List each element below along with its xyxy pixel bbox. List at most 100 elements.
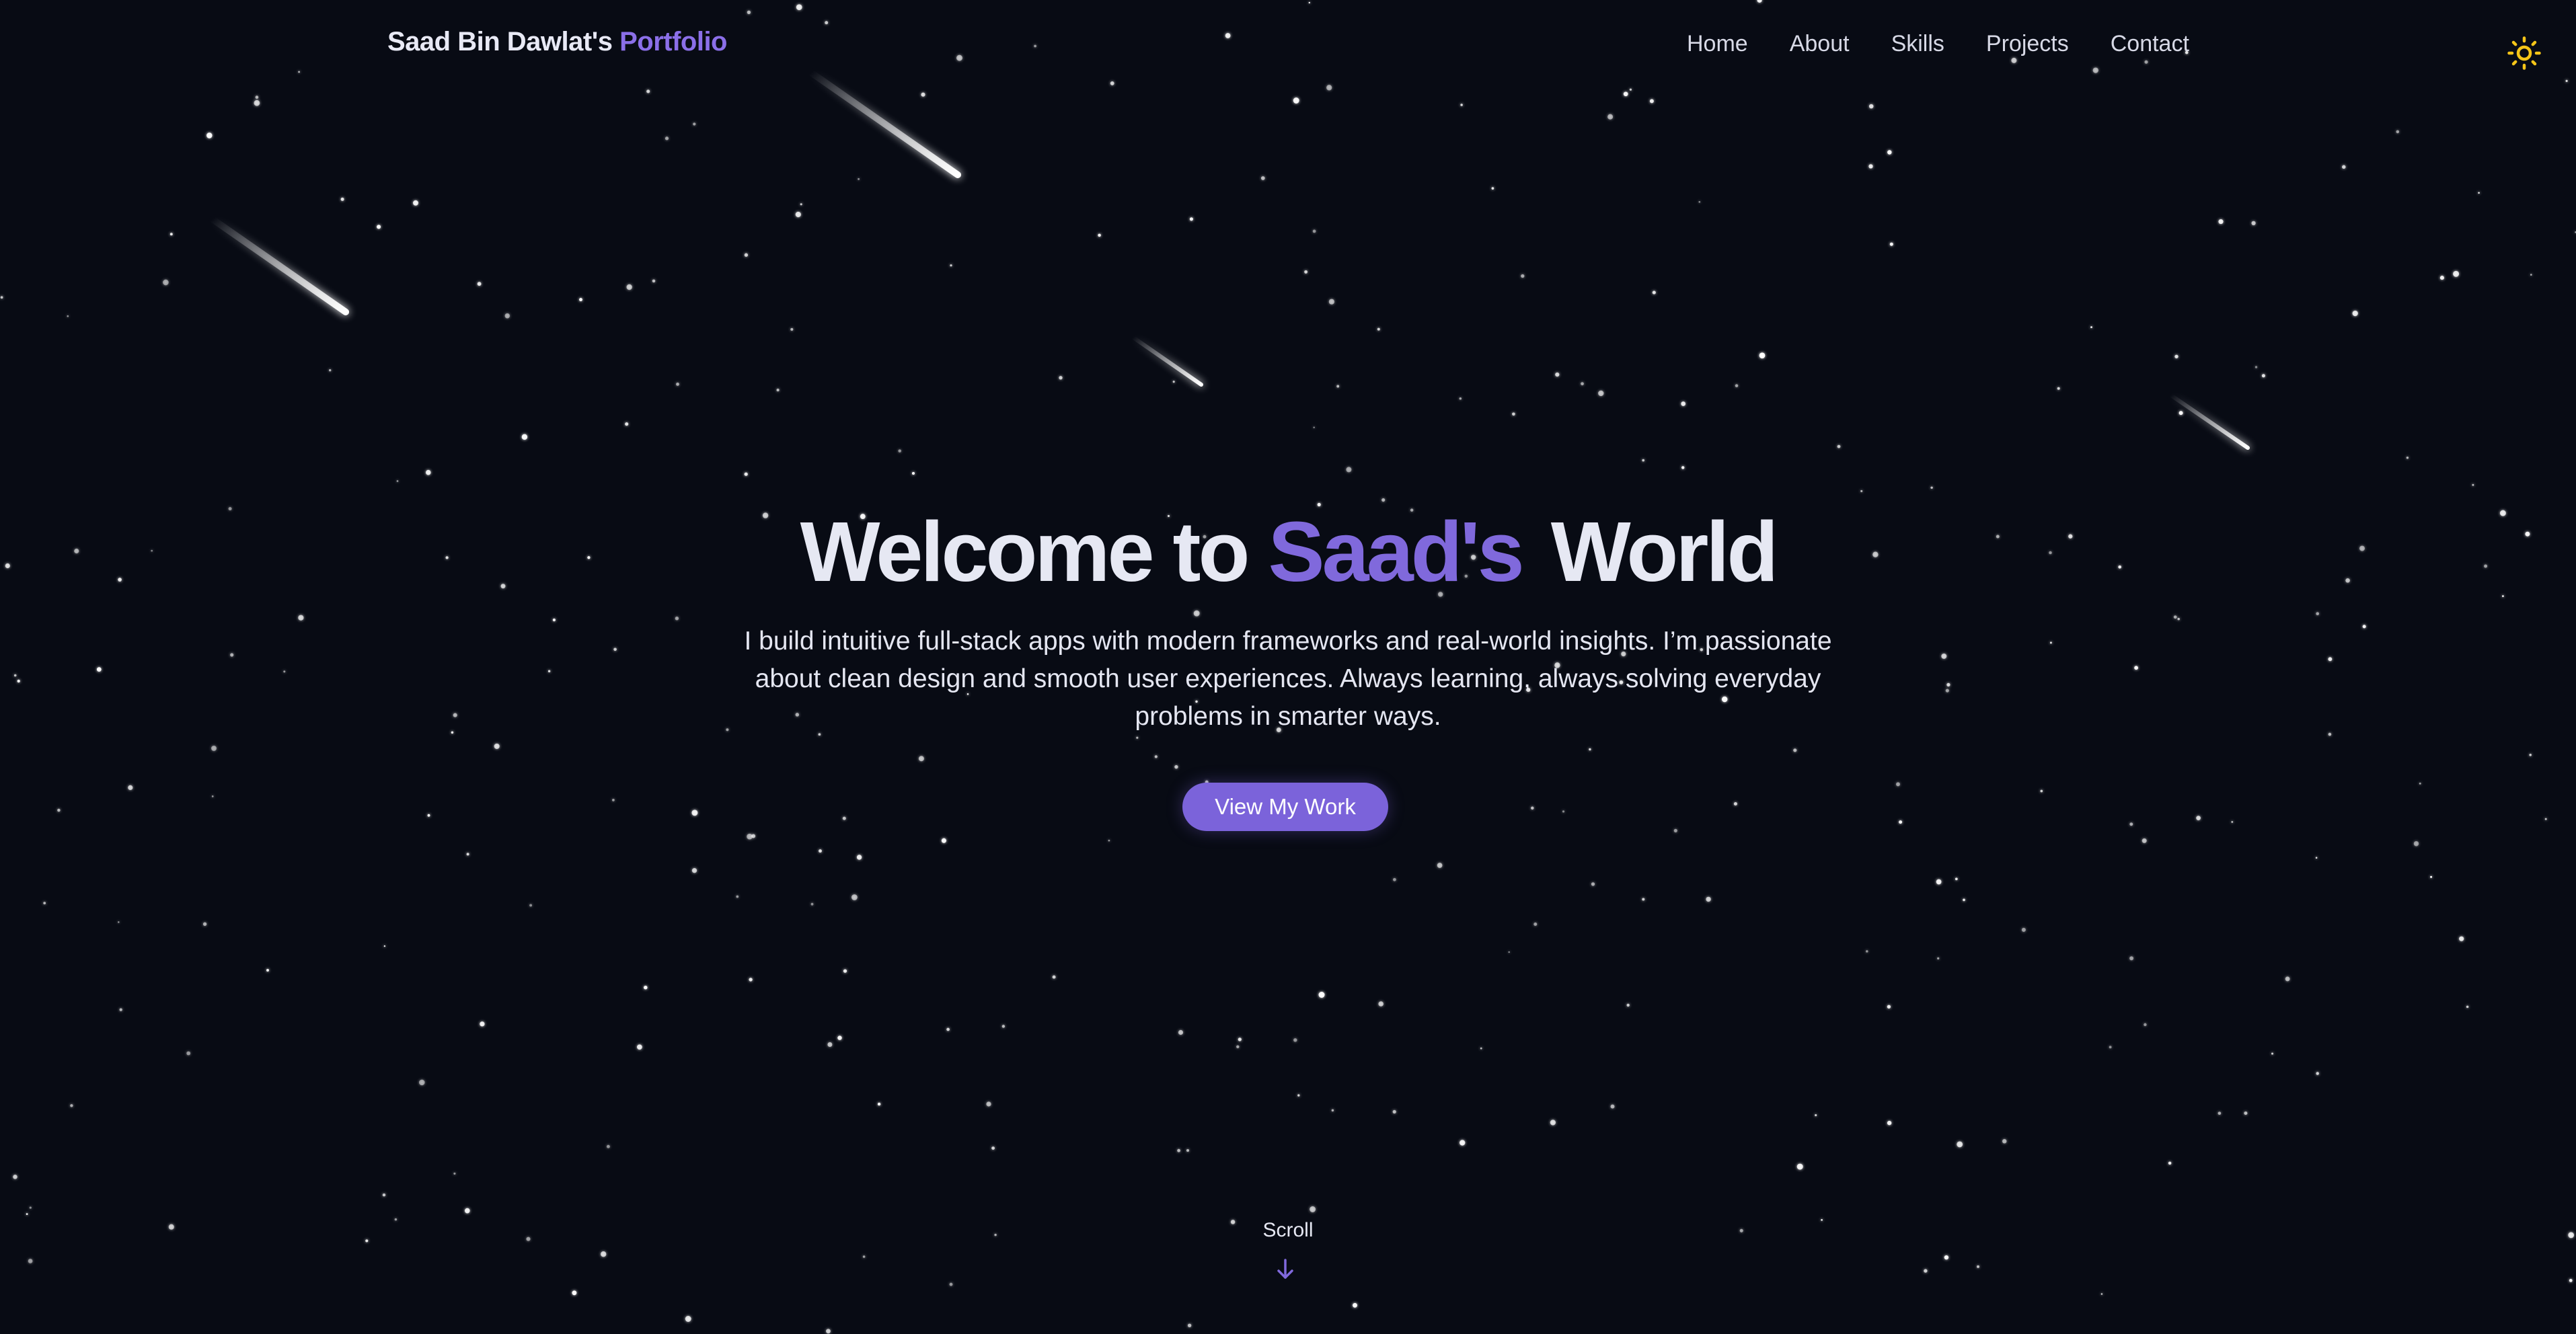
star <box>552 618 556 622</box>
star <box>1930 486 1933 489</box>
star <box>413 200 418 206</box>
star <box>2328 732 2332 736</box>
star <box>2174 354 2179 358</box>
star <box>2255 366 2258 368</box>
star <box>0 296 3 299</box>
star <box>13 674 17 677</box>
star <box>2406 457 2409 459</box>
star <box>464 1208 470 1214</box>
brand-logo[interactable]: Saad Bin Dawlat's Portfolio <box>387 27 727 57</box>
star <box>2261 374 2265 378</box>
star <box>426 469 431 475</box>
star <box>601 1251 607 1257</box>
star <box>744 472 748 476</box>
star <box>1491 187 1494 190</box>
nav-skills-link[interactable]: Skills <box>1891 31 1944 57</box>
star <box>2231 820 2234 823</box>
star <box>1889 242 1893 246</box>
star <box>1706 896 1711 902</box>
star <box>2472 483 2474 486</box>
star <box>1681 401 1686 406</box>
star <box>2142 838 2147 843</box>
star <box>547 670 551 672</box>
star <box>1177 1148 1180 1152</box>
star <box>57 808 61 812</box>
star <box>1581 382 1584 386</box>
star <box>827 1042 833 1048</box>
star <box>1297 1094 1300 1097</box>
star <box>1512 412 1515 416</box>
star <box>613 648 617 652</box>
star <box>1681 466 1685 469</box>
hero-subtitle: I build intuitive full-stack apps with m… <box>713 623 1863 736</box>
star <box>1837 444 1841 448</box>
star <box>1521 274 1525 278</box>
star <box>800 203 802 206</box>
star <box>810 902 814 906</box>
star <box>2049 641 2052 644</box>
star <box>382 1193 386 1197</box>
star <box>118 921 120 923</box>
star <box>2316 1072 2319 1075</box>
star <box>626 284 632 290</box>
brand-name: Saad Bin Dawlat's <box>387 27 613 56</box>
scroll-down-button[interactable] <box>1275 1257 1296 1282</box>
nav-home-link[interactable]: Home <box>1687 31 1748 57</box>
star <box>2057 387 2060 390</box>
star <box>477 282 482 286</box>
star <box>13 1175 17 1179</box>
nav-projects-link[interactable]: Projects <box>1986 31 2069 57</box>
star <box>340 197 344 201</box>
star <box>1154 755 1158 758</box>
star <box>946 1027 950 1031</box>
star <box>675 617 679 621</box>
star <box>1186 1148 1190 1152</box>
star <box>254 100 260 106</box>
star <box>1589 748 1591 751</box>
star <box>1353 1302 1357 1308</box>
star <box>2002 1139 2007 1144</box>
hero-title-prefix: Welcome to <box>800 504 1250 599</box>
star <box>96 667 102 672</box>
star <box>898 449 901 453</box>
nav-about-link[interactable]: About <box>1790 31 1850 57</box>
star <box>1001 1025 1006 1028</box>
star <box>419 1079 425 1086</box>
arrow-down-icon <box>1277 1259 1293 1279</box>
star <box>1607 114 1614 120</box>
star <box>1328 299 1334 305</box>
star <box>1642 459 1645 462</box>
star <box>1868 164 1873 169</box>
star <box>1312 229 1316 233</box>
star <box>1310 1206 1316 1212</box>
star <box>795 211 801 218</box>
theme-toggle-button[interactable] <box>2506 35 2542 71</box>
star <box>862 1255 866 1258</box>
star <box>2218 1111 2222 1115</box>
star <box>572 1290 577 1296</box>
star <box>2251 221 2256 226</box>
star <box>1735 384 1739 387</box>
view-my-work-button[interactable]: View My Work <box>1182 783 1388 831</box>
star <box>1377 327 1380 331</box>
star <box>1887 150 1892 155</box>
nav-contact-link[interactable]: Contact <box>2111 31 2189 57</box>
star <box>28 1259 33 1263</box>
star <box>1313 426 1315 428</box>
star <box>529 904 533 907</box>
star <box>691 810 698 816</box>
star <box>2352 310 2358 317</box>
star <box>2129 822 2133 826</box>
star <box>1936 879 1942 885</box>
star <box>70 1104 73 1107</box>
star <box>1793 748 1797 752</box>
star <box>1796 1163 1803 1170</box>
star <box>2285 976 2290 982</box>
brand-accent: Portfolio <box>619 27 727 56</box>
star <box>17 679 20 683</box>
star <box>2244 1111 2248 1115</box>
star <box>1946 682 1950 687</box>
star <box>1480 1047 1482 1050</box>
star <box>1924 1269 1928 1273</box>
star <box>1108 839 1110 842</box>
